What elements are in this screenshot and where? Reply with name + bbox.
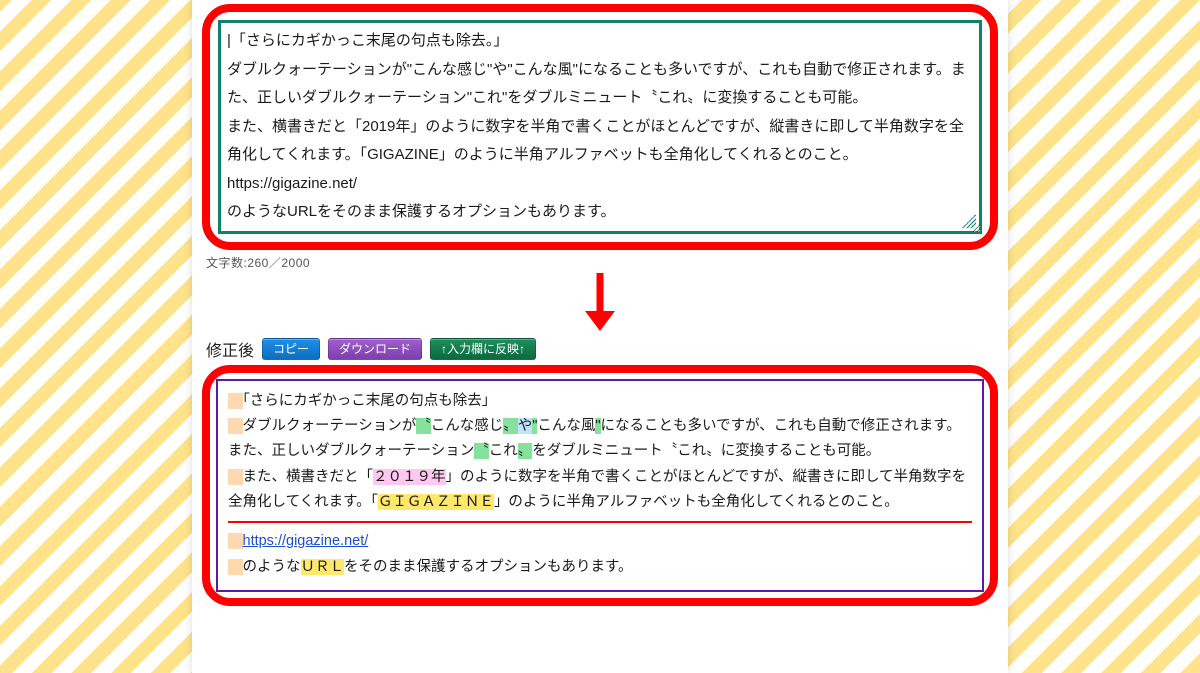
indent-marker-icon bbox=[228, 393, 243, 409]
copy-button[interactable]: コピー bbox=[262, 338, 320, 360]
output-header: 修正後 コピー ダウンロード ↑入力欄に反映↑ bbox=[206, 337, 998, 361]
text: こんな風 bbox=[537, 418, 595, 434]
text: や bbox=[518, 418, 533, 434]
text: これ bbox=[489, 443, 518, 459]
output-frame: 「さらにカギかっこ末尾の句点も除去」 ダブルクォーテーションが〝こんな感じ〟や"… bbox=[202, 365, 998, 607]
char-count: 文字数:260／2000 bbox=[206, 254, 998, 271]
text: をそのまま保護するオプションもあります。 bbox=[344, 559, 633, 575]
fullwidth-alpha: ＧＩＧＡＺＩＮＥ bbox=[378, 494, 494, 510]
text: をダブルミニュート〝これ〟に変換することも可能。 bbox=[532, 443, 880, 459]
fullwidth-alpha: ＵＲＬ bbox=[301, 559, 345, 575]
input-line: ダブルクォーテーションが"こんな感じ"や"こんな風"になることも多いですが、これ… bbox=[227, 56, 973, 113]
output-line: ダブルクォーテーションが〝こんな感じ〟や"こんな風"になることも多いですが、これ… bbox=[228, 414, 972, 465]
indent-marker-icon bbox=[228, 559, 243, 575]
input-line: また、横書きだと「2019年」のように数字を半角で書くことがほとんどですが、縦書… bbox=[227, 113, 973, 170]
reflect-button[interactable]: ↑入力欄に反映↑ bbox=[430, 338, 536, 360]
arrow-down-icon bbox=[202, 273, 998, 333]
output-line: https://gigazine.net/ bbox=[228, 529, 972, 554]
output-label: 修正後 bbox=[206, 337, 254, 361]
text: また、横書きだと「 bbox=[243, 469, 374, 485]
text: こんな感じ bbox=[431, 418, 504, 434]
protected-url[interactable]: https://gigazine.net/ bbox=[243, 533, 369, 549]
input-frame: |「さらにカギかっこ末尾の句点も除去。」 ダブルクォーテーションが"こんな感じ"… bbox=[202, 4, 998, 250]
fullwidth-number: ２０１９年 bbox=[373, 469, 446, 485]
input-line: |「さらにカギかっこ末尾の句点も除去。」 bbox=[227, 27, 973, 56]
quote-mark: 〟 bbox=[503, 418, 518, 434]
quote-mark: 〟 bbox=[518, 443, 533, 459]
divider bbox=[228, 521, 972, 523]
output-box: 「さらにカギかっこ末尾の句点も除去」 ダブルクォーテーションが〝こんな感じ〟や"… bbox=[216, 379, 984, 593]
text: 」のように半角アルファベットも全角化してくれるとのこと。 bbox=[494, 494, 899, 510]
input-line: のようなURLをそのまま保護するオプションもあります。 bbox=[227, 198, 973, 227]
indent-marker-icon bbox=[228, 533, 243, 549]
indent-marker-icon bbox=[228, 469, 243, 485]
input-line: https://gigazine.net/ bbox=[227, 170, 973, 199]
text: 「さらにカギかっこ末尾の句点も除去」 bbox=[243, 393, 497, 409]
output-line: 「さらにカギかっこ末尾の句点も除去」 bbox=[228, 389, 972, 414]
output-line: また、横書きだと「２０１９年」のように数字を半角で書くことがほとんどですが、縦書… bbox=[228, 465, 972, 516]
content-card: |「さらにカギかっこ末尾の句点も除去。」 ダブルクォーテーションが"こんな感じ"… bbox=[192, 0, 1008, 673]
download-button[interactable]: ダウンロード bbox=[328, 338, 422, 360]
resize-handle-icon[interactable] bbox=[962, 214, 976, 228]
input-textarea[interactable]: |「さらにカギかっこ末尾の句点も除去。」 ダブルクォーテーションが"こんな感じ"… bbox=[218, 20, 982, 234]
text: のような bbox=[243, 559, 301, 575]
output-line: のようなＵＲＬをそのまま保護するオプションもあります。 bbox=[228, 555, 972, 580]
quote-mark: 〝 bbox=[474, 443, 489, 459]
indent-marker-icon bbox=[228, 418, 243, 434]
quote-mark: 〝 bbox=[416, 418, 431, 434]
text: ダブルクォーテーションが bbox=[243, 418, 417, 434]
